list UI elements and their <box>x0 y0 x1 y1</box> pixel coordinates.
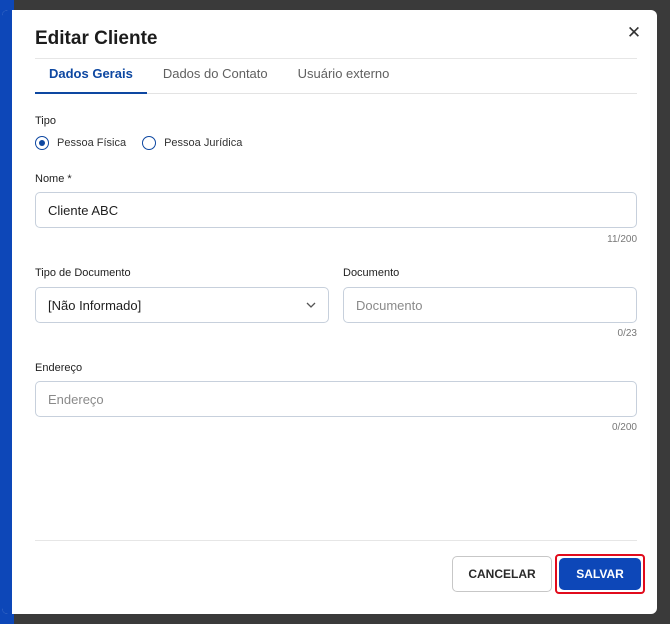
tipo-documento-label: Tipo de Documento <box>35 267 131 279</box>
dialog-title: Editar Cliente <box>35 28 158 49</box>
chevron-down-icon <box>306 300 316 310</box>
cancel-button[interactable]: CANCELAR <box>452 556 552 592</box>
documento-counter: 0/23 <box>617 328 637 339</box>
tab-dados-do-contato[interactable]: Dados do Contato <box>149 62 282 92</box>
tab-usuario-externo[interactable]: Usuário externo <box>284 62 404 92</box>
edit-client-dialog: Editar Cliente ✕ Dados Gerais Dados do C… <box>2 10 657 614</box>
tipo-documento-select[interactable]: [Não Informado] <box>35 287 329 323</box>
dialog-accent-strip <box>2 10 12 614</box>
tipo-documento-value: [Não Informado] <box>48 297 142 313</box>
radio-pessoa-fisica[interactable] <box>35 136 49 150</box>
tipo-radio-group: Pessoa Física Pessoa Jurídica <box>35 136 258 150</box>
save-button[interactable]: SALVAR <box>559 558 641 590</box>
tab-dados-gerais[interactable]: Dados Gerais <box>35 62 147 94</box>
nome-input[interactable]: Cliente ABC <box>35 192 637 228</box>
endereco-input[interactable]: Endereço <box>35 381 637 417</box>
radio-pessoa-juridica-label[interactable]: Pessoa Jurídica <box>164 137 242 149</box>
radio-pessoa-juridica[interactable] <box>142 136 157 150</box>
documento-placeholder: Documento <box>356 297 423 313</box>
radio-pessoa-fisica-label[interactable]: Pessoa Física <box>57 137 126 149</box>
endereco-label: Endereço <box>35 362 83 374</box>
nome-input-value: Cliente ABC <box>48 202 119 218</box>
documento-label: Documento <box>343 267 400 279</box>
nome-counter: 11/200 <box>607 234 637 245</box>
documento-input[interactable]: Documento <box>343 287 637 323</box>
tab-bar: Dados Gerais Dados do Contato Usuário ex… <box>35 62 637 94</box>
endereco-counter: 0/200 <box>611 422 637 433</box>
title-divider <box>35 58 637 59</box>
tipo-label: Tipo <box>35 115 56 127</box>
footer-divider <box>35 540 637 541</box>
nome-label: Nome * <box>35 173 72 185</box>
close-icon[interactable]: ✕ <box>625 24 643 42</box>
endereco-placeholder: Endereço <box>48 391 104 407</box>
